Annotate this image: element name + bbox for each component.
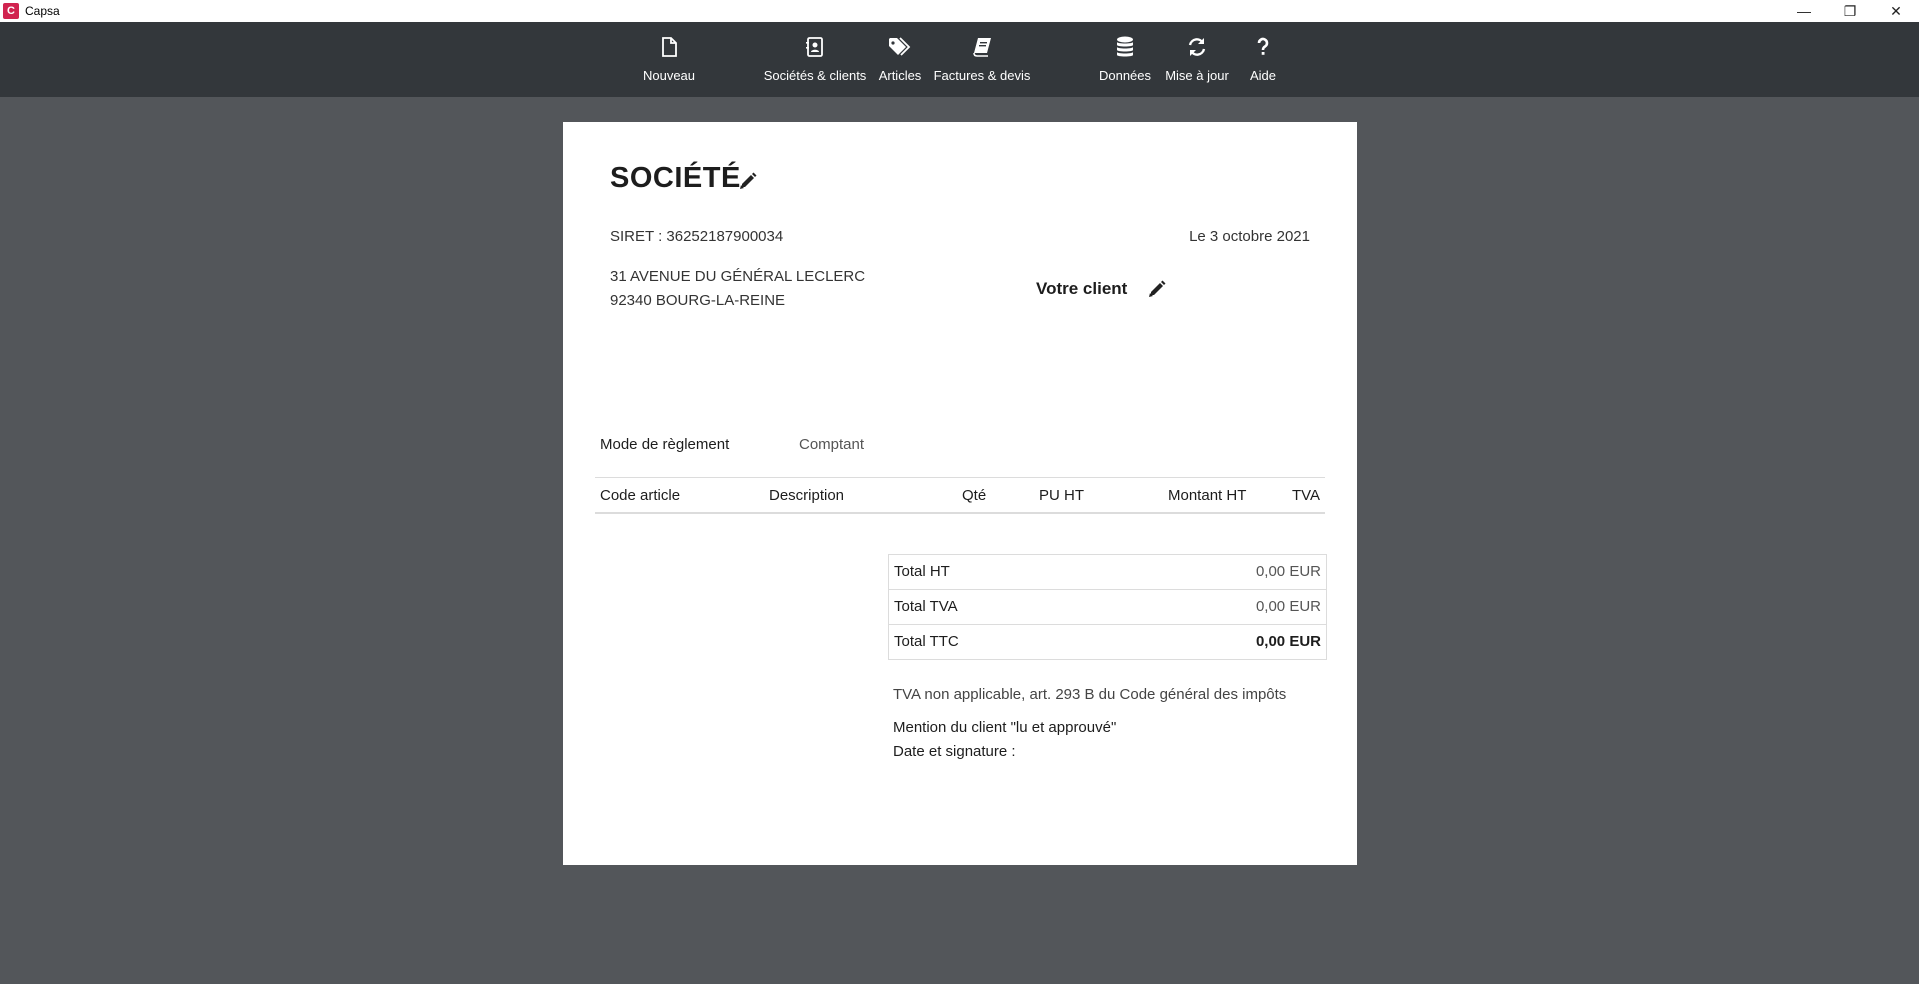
toolbar-factures-devis[interactable]: Factures & devis	[932, 22, 1032, 97]
column-unit-price: PU HT	[1039, 487, 1084, 504]
siret-number: SIRET : 36252187900034	[610, 228, 784, 245]
signature-line: Date et signature :	[893, 743, 1016, 760]
close-button[interactable]: ✕	[1873, 0, 1919, 22]
company-address-line1: 31 AVENUE DU GÉNÉRAL LECLERC	[610, 268, 866, 285]
edit-company-pencil-icon[interactable]	[739, 172, 757, 195]
toolbar-mise-a-jour[interactable]: Mise à jour	[1162, 22, 1232, 97]
column-code-article: Code article	[600, 487, 681, 504]
total-label: Total TTC	[894, 633, 959, 650]
tags-icon	[888, 34, 912, 60]
address-book-icon	[806, 34, 824, 60]
document-date[interactable]: Le 3 octobre 2021	[1189, 228, 1310, 245]
title-bar: C Capsa — ❐ ✕	[0, 0, 1919, 22]
restore-button[interactable]: ❐	[1827, 0, 1873, 22]
file-icon	[661, 34, 677, 60]
toolbar-nouveau[interactable]: Nouveau	[629, 22, 709, 97]
main-toolbar: Nouveau Sociétés & clients Articles Fact…	[0, 22, 1919, 97]
refresh-icon	[1187, 34, 1207, 60]
toolbar-label: Factures & devis	[933, 68, 1031, 83]
total-label: Total TVA	[894, 598, 958, 615]
total-value: 0,00 EUR	[1255, 633, 1321, 650]
column-vat: TVA	[1292, 487, 1321, 504]
database-icon	[1116, 34, 1134, 60]
totals-table: Total HT 0,00 EUR Total TVA 0,00 EUR Tot…	[888, 554, 1327, 660]
toolbar-label: Mise à jour	[1165, 68, 1229, 83]
edit-client-pencil-icon[interactable]	[1148, 280, 1166, 303]
company-name: SOCIÉTÉ	[610, 162, 741, 194]
client-mention: Mention du client "lu et approuvé"	[893, 719, 1117, 736]
minimize-button[interactable]: —	[1781, 0, 1827, 22]
company-address-line2: 92340 BOURG-LA-REINE	[610, 292, 786, 309]
total-value: 0,00 EUR	[1255, 598, 1321, 615]
total-ht-row: Total HT 0,00 EUR	[889, 555, 1326, 590]
toolbar-donnees[interactable]: Données	[1098, 22, 1152, 97]
question-icon	[1257, 34, 1269, 60]
payment-mode-label: Mode de règlement	[600, 436, 730, 453]
column-amount: Montant HT	[1168, 487, 1247, 504]
toolbar-label: Articles	[878, 68, 922, 83]
toolbar-articles[interactable]: Articles	[874, 22, 926, 97]
total-label: Total HT	[894, 563, 950, 580]
vat-exemption-note: TVA non applicable, art. 293 B du Code g…	[893, 686, 1287, 703]
toolbar-aide[interactable]: Aide	[1244, 22, 1282, 97]
total-value: 0,00 EUR	[1255, 563, 1321, 580]
toolbar-label: Sociétés & clients	[763, 68, 867, 83]
total-ttc-row: Total TTC 0,00 EUR	[889, 625, 1326, 659]
toolbar-label: Données	[1098, 68, 1152, 83]
column-quantity: Qté	[962, 487, 987, 504]
window-controls: — ❐ ✕	[1781, 0, 1919, 22]
toolbar-label: Nouveau	[642, 68, 696, 83]
book-icon	[972, 34, 992, 60]
toolbar-societes-clients[interactable]: Sociétés & clients	[763, 22, 867, 97]
window-title: Capsa	[25, 4, 60, 18]
toolbar-label: Aide	[1249, 68, 1277, 83]
payment-mode-value[interactable]: Comptant	[799, 436, 864, 453]
items-table-header: Code article Description Qté PU HT Monta…	[595, 477, 1325, 514]
client-label: Votre client	[1036, 279, 1128, 298]
invoice-document: SOCIÉTÉ SIRET : 36252187900034 Le 3 octo…	[563, 122, 1357, 865]
column-description: Description	[769, 487, 845, 504]
app-logo-icon: C	[3, 3, 19, 19]
total-tva-row: Total TVA 0,00 EUR	[889, 590, 1326, 625]
